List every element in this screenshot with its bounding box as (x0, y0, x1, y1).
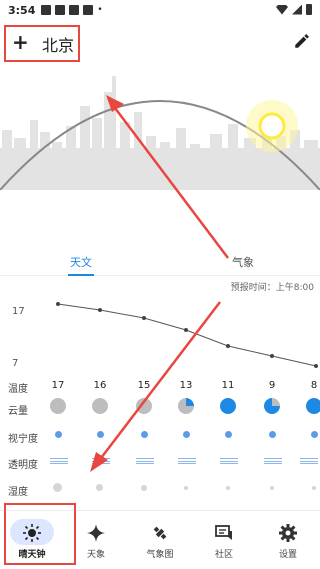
humidity-dot (184, 486, 188, 490)
city-name[interactable]: 北京 (42, 32, 74, 56)
temp-cell: 8 (310, 380, 318, 391)
seeing-dot (55, 431, 62, 438)
tab-weather[interactable]: 气象 (232, 254, 254, 270)
temp-cell: 11 (221, 380, 235, 391)
humidity-dot (312, 486, 316, 490)
sun-icon (258, 112, 286, 140)
seeing-dot (269, 431, 276, 438)
temp-point (226, 344, 230, 348)
temp-point (314, 364, 318, 368)
transparency-bars (136, 458, 154, 464)
nav-label: 气象图 (146, 550, 174, 560)
tab-bar: 天文 气象 (0, 248, 320, 276)
dot-icon: • (97, 5, 103, 15)
temp-min-label: 7 (12, 358, 19, 369)
nav-item-weather-map[interactable]: 气象图 (128, 511, 192, 569)
temp-point (270, 354, 274, 358)
transparency-bars (220, 458, 238, 464)
battery-icon (306, 4, 312, 15)
transparency-bars (300, 458, 318, 464)
humidity-dot (141, 485, 147, 491)
nav-label: 设置 (278, 550, 297, 560)
add-city-button[interactable]: + (12, 30, 29, 54)
transparency-bars (92, 458, 110, 464)
temp-line-chart (56, 302, 318, 368)
nav-label: 社区 (214, 550, 233, 560)
row-label-temp: 温度 (8, 384, 28, 395)
status-time: 3:54 (8, 3, 36, 17)
download-icon (69, 5, 80, 15)
signal-icon (292, 4, 302, 15)
temp-point (142, 316, 146, 320)
temp-cell: 17 (51, 380, 65, 391)
notification-icon (55, 5, 66, 15)
temp-point (184, 328, 188, 332)
temp-point (56, 302, 60, 306)
temp-cell: 13 (179, 380, 193, 391)
row-label-seeing: 视宁度 (8, 434, 38, 445)
app-icon (83, 5, 94, 15)
satellite-icon (153, 526, 167, 540)
top-bar: + 北京 (0, 22, 320, 62)
highlight-box (4, 503, 76, 565)
status-bar: 3:54 • (0, 0, 320, 20)
humidity-dot (226, 486, 230, 490)
cloud-dot (220, 398, 236, 414)
temperature-chart: 17 7 (0, 296, 320, 376)
cloud-dot (136, 398, 152, 414)
nav-item-community[interactable]: 社区 (192, 511, 256, 569)
notification-icon (41, 5, 52, 15)
chat-icon (215, 525, 232, 540)
seeing-dot (97, 431, 104, 438)
transparency-bars (50, 458, 68, 464)
sky-view (0, 62, 320, 190)
cloud-dot (306, 398, 320, 414)
humidity-dot (270, 486, 274, 490)
tab-astronomy[interactable]: 天文 (70, 254, 92, 270)
gear-icon (279, 524, 297, 542)
nav-item-settings[interactable]: 设置 (256, 511, 320, 569)
transparency-bars (178, 458, 196, 464)
tab-indicator (68, 274, 94, 276)
row-label-humidity: 湿度 (8, 487, 28, 498)
cloud-dot (264, 398, 280, 414)
humidity-dot (53, 483, 62, 492)
temp-max-label: 17 (12, 306, 25, 317)
pencil-icon[interactable] (293, 32, 311, 50)
temp-cell: 9 (268, 380, 276, 391)
cloud-dot (92, 398, 108, 414)
wifi-icon (276, 4, 288, 15)
forecast-time: 预报时间：上午8:00 (230, 283, 314, 293)
transparency-bars (264, 458, 282, 464)
temp-cell: 15 (137, 380, 151, 391)
seeing-dot (225, 431, 232, 438)
row-label-cloud: 云量 (8, 406, 28, 417)
temp-cell: 16 (93, 380, 107, 391)
seeing-dot (311, 431, 318, 438)
humidity-dot (96, 484, 103, 491)
sparkle-icon (87, 524, 105, 542)
cloud-dot (178, 398, 194, 414)
cloud-dot (50, 398, 66, 414)
skyline-illustration (0, 76, 320, 190)
seeing-dot (183, 431, 190, 438)
seeing-dot (141, 431, 148, 438)
row-label-transparency: 透明度 (8, 460, 38, 471)
temp-point (98, 308, 102, 312)
